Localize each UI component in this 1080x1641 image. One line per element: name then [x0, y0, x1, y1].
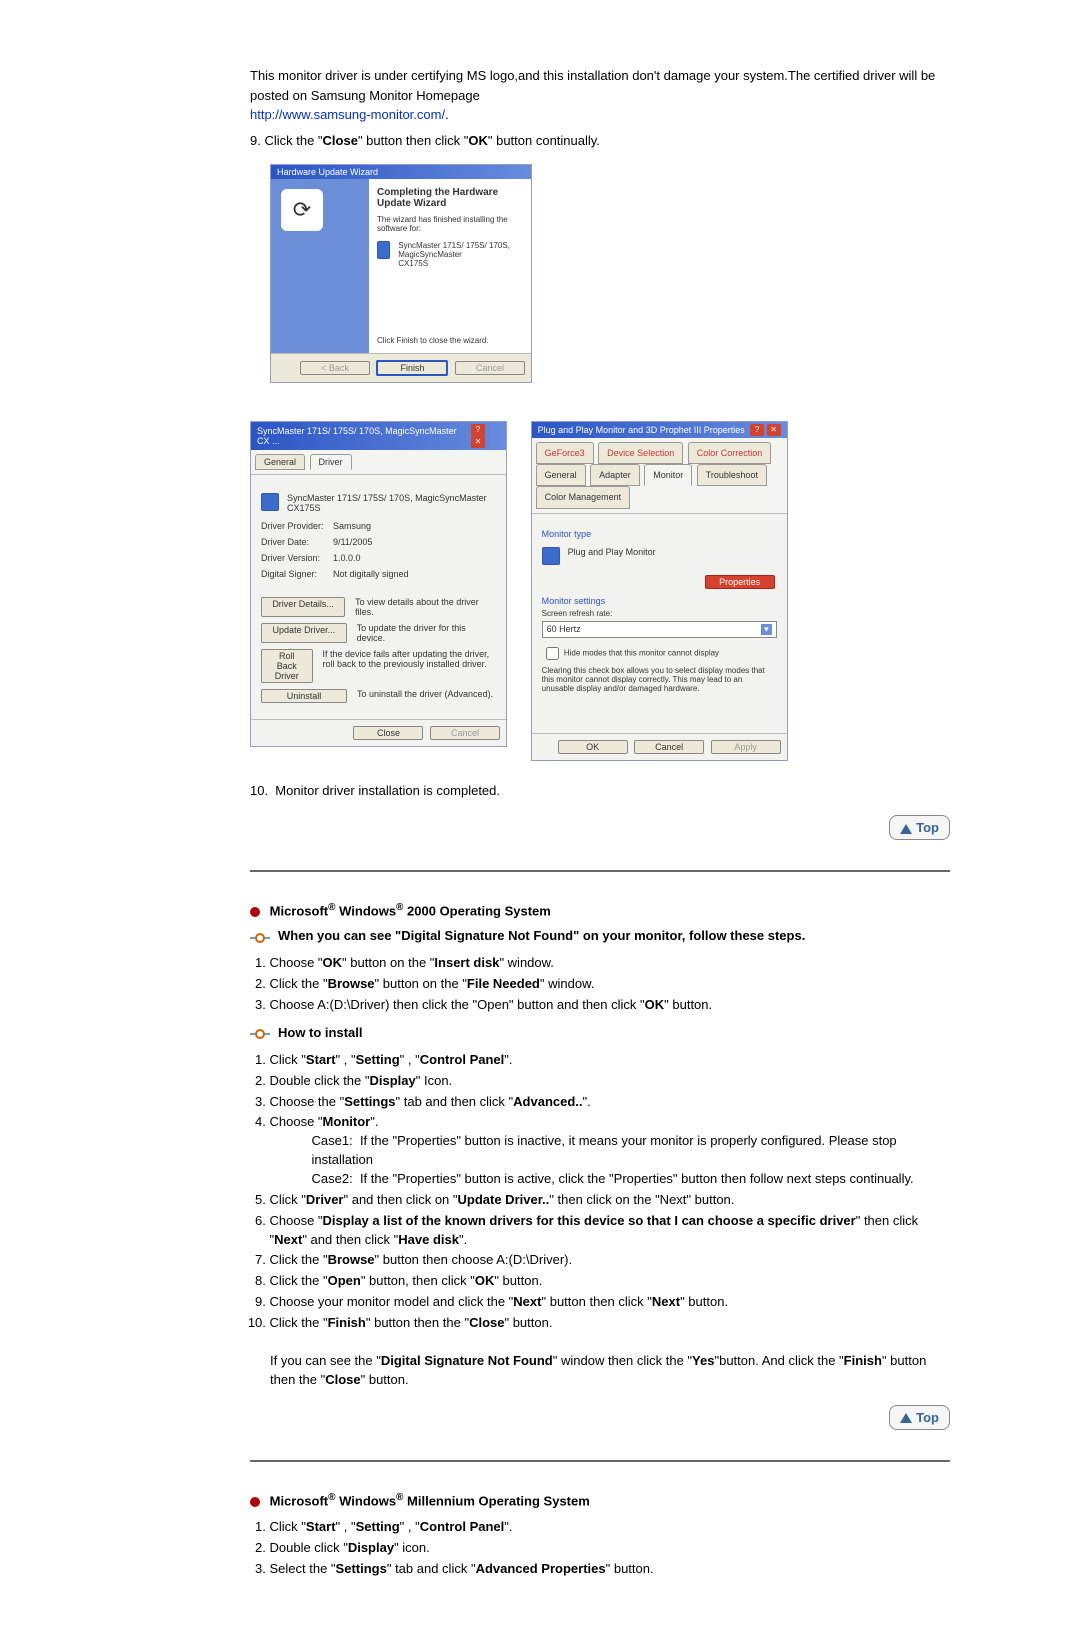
driver-close-button[interactable]: Close — [353, 726, 423, 740]
help-icon[interactable]: ? — [750, 424, 764, 436]
chevron-down-icon[interactable]: ▾ — [761, 624, 772, 635]
arrow-up-icon — [900, 824, 912, 834]
wizard-finish-button[interactable]: Finish — [376, 360, 448, 376]
close-icon[interactable]: ✕ — [767, 424, 781, 436]
bullet-icon — [250, 907, 260, 917]
divider — [250, 870, 950, 872]
wizard-cancel-button[interactable]: Cancel — [455, 361, 525, 375]
bullet-icon — [250, 1497, 260, 1507]
w2000-sub2: How to install — [250, 1025, 950, 1041]
step-10: 10. Monitor driver installation is compl… — [250, 781, 950, 801]
monitor-properties-button[interactable]: Properties — [705, 575, 775, 589]
top-button[interactable]: Top — [889, 1405, 950, 1430]
refresh-rate-select[interactable]: 60 Hertz — [547, 624, 581, 635]
wizard-back-button[interactable]: < Back — [300, 361, 370, 375]
tab-adapter[interactable]: Adapter — [590, 464, 640, 486]
uninstall-button[interactable]: Uninstall — [261, 689, 347, 703]
tab-color-mgmt[interactable]: Color Management — [536, 486, 631, 508]
tab-device-selection[interactable]: Device Selection — [598, 442, 683, 464]
screenshots-row: SyncMaster 171S/ 175S/ 170S, MagicSyncMa… — [250, 421, 950, 761]
hide-modes-checkbox[interactable] — [546, 647, 559, 660]
update-driver-button[interactable]: Update Driver... — [261, 623, 347, 643]
intro-paragraph: This monitor driver is under certifying … — [250, 66, 950, 125]
tab-general[interactable]: General — [255, 454, 305, 470]
step-9: 9. Click the "Close" button then click "… — [250, 131, 950, 151]
top-button[interactable]: Top — [889, 815, 950, 840]
help-icon[interactable]: ? — [471, 424, 485, 436]
w2000-sub1: When you can see "Digital Signature Not … — [250, 928, 950, 944]
divider — [250, 1460, 950, 1462]
rollback-driver-button[interactable]: Roll Back Driver — [261, 649, 313, 683]
tab-general2[interactable]: General — [536, 464, 586, 486]
wme-ol: Click "Start" , "Setting" , "Control Pan… — [250, 1518, 950, 1579]
w2000-ol2: Click "Start" , "Setting" , "Control Pan… — [250, 1051, 950, 1333]
pnp-cancel-button[interactable]: Cancel — [634, 740, 704, 754]
tab-driver[interactable]: Driver — [310, 454, 352, 470]
pnp-ok-button[interactable]: OK — [558, 740, 628, 754]
samsung-link[interactable]: http://www.samsung-monitor.com/ — [250, 107, 445, 122]
tab-monitor[interactable]: Monitor — [644, 464, 692, 486]
w2000-ol1: Choose "OK" button on the "Insert disk" … — [250, 954, 950, 1015]
driver-cancel-button[interactable]: Cancel — [430, 726, 500, 740]
driver-details-button[interactable]: Driver Details... — [261, 597, 345, 617]
w2000-heading: Microsoft® Windows® 2000 Operating Syste… — [250, 902, 950, 918]
wizard-screenshot: Hardware Update Wizard ⟳ Completing the … — [270, 164, 532, 383]
tab-troubleshoot[interactable]: Troubleshoot — [697, 464, 767, 486]
tab-color-correction[interactable]: Color Correction — [688, 442, 772, 464]
wme-heading: Microsoft® Windows® Millennium Operating… — [250, 1492, 950, 1508]
pnp-apply-button[interactable]: Apply — [711, 740, 781, 754]
arrow-up-icon — [900, 1413, 912, 1423]
tab-geforce[interactable]: GeForce3 — [536, 442, 594, 464]
w2000-trailer: If you can see the "Digital Signature No… — [270, 1351, 950, 1390]
close-icon[interactable]: ✕ — [471, 436, 485, 448]
